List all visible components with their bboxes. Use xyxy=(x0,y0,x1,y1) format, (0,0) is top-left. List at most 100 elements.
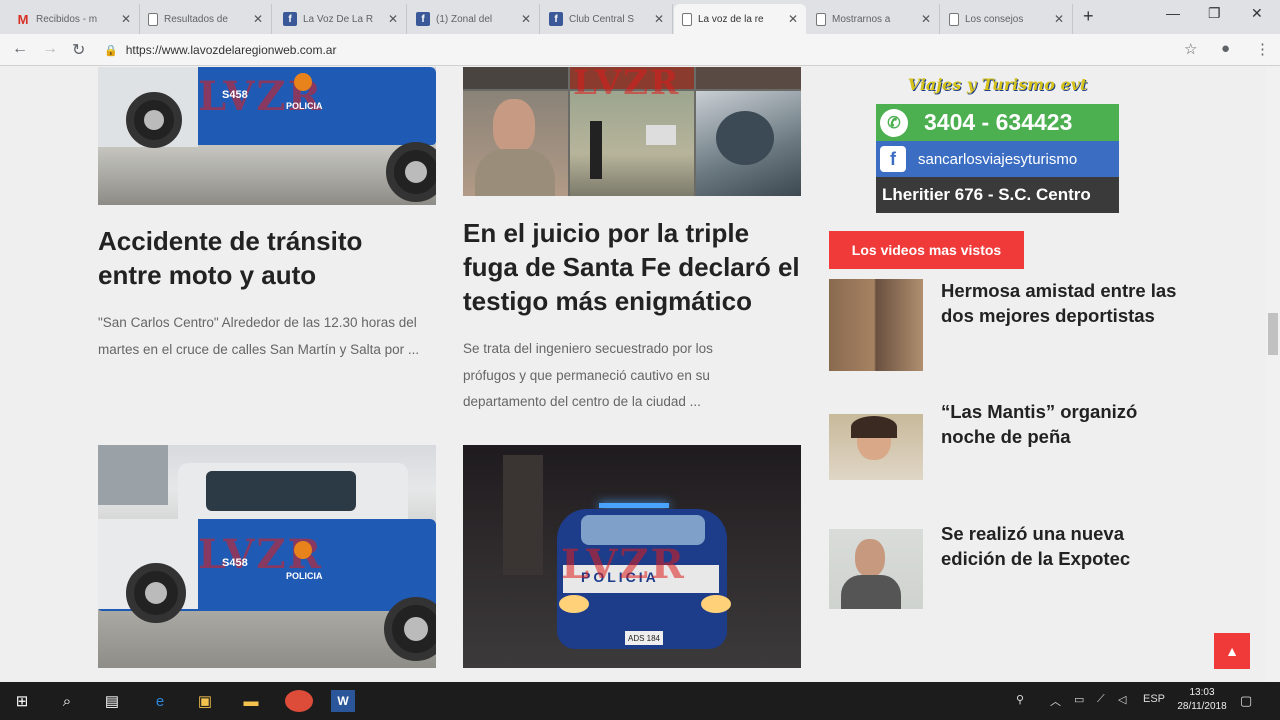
ad-facebook-row: f sancarlosviajesyturismo xyxy=(876,141,1119,177)
restore-button[interactable]: ❐ xyxy=(1208,5,1221,22)
headlight xyxy=(559,595,589,613)
article-title[interactable]: Accidente de tránsito entre moto y auto xyxy=(98,224,428,292)
tab-mostrarnos[interactable]: Mostrarnos a ✕ xyxy=(808,4,940,34)
ad-title: Viajes y Turismo evt xyxy=(907,75,1088,94)
article-image-truck[interactable]: LVZR S458 POLICIA xyxy=(98,445,436,668)
edge-icon[interactable]: e xyxy=(148,690,172,712)
facebook-icon: f xyxy=(283,12,297,26)
tab-resultados[interactable]: Resultados de ✕ xyxy=(140,4,272,34)
battery-icon[interactable]: ▭ xyxy=(1074,693,1084,706)
store-icon[interactable]: ▣ xyxy=(193,690,217,712)
street-photo xyxy=(570,91,694,196)
close-icon[interactable]: ✕ xyxy=(521,12,531,26)
close-icon[interactable]: ✕ xyxy=(388,12,398,26)
menu-icon[interactable]: ⋮ xyxy=(1255,40,1270,58)
bookmark-star-icon[interactable]: ☆ xyxy=(1184,40,1197,58)
face-shape xyxy=(493,99,535,153)
shoulders-shape xyxy=(841,575,901,609)
close-icon[interactable]: ✕ xyxy=(921,12,931,26)
face-shape xyxy=(855,539,885,577)
new-tab-button[interactable]: + xyxy=(1083,6,1094,27)
article-title[interactable]: En el juicio por la triple fuga de Santa… xyxy=(463,216,803,318)
person-shape xyxy=(590,121,602,179)
article-image-collage[interactable]: LVZR xyxy=(463,67,801,196)
tab-consejos[interactable]: Los consejos ✕ xyxy=(941,4,1073,34)
wheel xyxy=(384,597,436,661)
police-shield-icon xyxy=(294,73,312,91)
volume-icon[interactable]: ◁ xyxy=(1118,693,1126,706)
page-icon xyxy=(682,12,692,26)
close-icon[interactable]: ✕ xyxy=(253,12,263,26)
file-explorer-icon[interactable]: ▬ xyxy=(239,690,263,712)
whatsapp-icon: ✆ xyxy=(880,108,908,137)
helmet-shape xyxy=(716,111,774,165)
truck-label: POLICIA xyxy=(286,571,323,581)
lock-icon: 🔒 xyxy=(104,44,118,57)
hair-shape xyxy=(851,416,897,438)
section-title: Los videos mas vistos xyxy=(829,231,1024,269)
gmail-icon: M xyxy=(17,11,29,27)
tab-la-voz-active[interactable]: La voz de la re ✕ xyxy=(674,4,806,34)
close-icon[interactable]: ✕ xyxy=(121,12,131,26)
reload-button[interactable]: ↻ xyxy=(72,40,85,60)
tray-chevron-icon[interactable]: ︿ xyxy=(1050,693,1061,709)
article-image-night-car[interactable]: POLICIA ADS 184 LVZR xyxy=(463,445,801,668)
profile-icon[interactable]: ● xyxy=(1221,40,1230,57)
close-icon[interactable]: ✕ xyxy=(1054,12,1064,26)
close-icon[interactable]: ✕ xyxy=(654,12,664,26)
page-content: LVZR S458 POLICIA LVZR Accidente de trán… xyxy=(0,67,1280,682)
wheel xyxy=(126,563,186,623)
system-clock[interactable]: 13:03 28/11/2018 xyxy=(1176,686,1228,714)
page-icon xyxy=(949,12,959,26)
word-icon[interactable]: W xyxy=(331,690,355,712)
light-bar xyxy=(599,503,669,508)
ad-facebook: sancarlosviajesyturismo xyxy=(918,150,1078,168)
watermark: LVZR xyxy=(561,541,686,588)
notifications-icon[interactable]: ▢ xyxy=(1240,693,1252,709)
ad-phone-row: ✆ 3404 - 634423 xyxy=(876,104,1119,141)
watermark: LVZR xyxy=(573,67,681,103)
wheel xyxy=(126,92,182,148)
headlight xyxy=(701,595,731,613)
scrollbar[interactable] xyxy=(1266,67,1280,682)
video-thumbnail[interactable] xyxy=(829,529,923,609)
collage-top-right xyxy=(696,67,801,89)
search-icon[interactable]: ⌕ xyxy=(55,690,79,712)
people-icon[interactable]: ⚲ xyxy=(1016,693,1024,706)
close-window-button[interactable]: ✕ xyxy=(1251,5,1263,22)
page-icon xyxy=(148,12,158,26)
forward-button[interactable]: → xyxy=(42,40,58,58)
police-shield-icon xyxy=(294,541,312,559)
windows-start-icon[interactable]: ⊞ xyxy=(10,690,34,712)
tab-la-voz-facebook[interactable]: f La Voz De La R ✕ xyxy=(275,4,407,34)
tab-club-central[interactable]: f Club Central S ✕ xyxy=(541,4,673,34)
truck-windows xyxy=(206,471,356,511)
sponsor-ad[interactable]: Viajes y Turismo evt ✆ 3404 - 634423 f san… xyxy=(876,67,1119,214)
task-view-icon[interactable]: ▤ xyxy=(100,690,124,712)
minimize-button[interactable]: — xyxy=(1166,5,1180,21)
collage-top-left xyxy=(463,67,568,89)
url-text: https://www.lavozdelaregionweb.com.ar xyxy=(125,43,337,57)
clock-time: 13:03 xyxy=(1189,687,1215,698)
video-thumbnail[interactable] xyxy=(829,279,923,371)
wheel xyxy=(386,142,436,202)
video-title[interactable]: Hermosa amistad entre las dos mejores de… xyxy=(941,279,1181,328)
address-bar[interactable]: 🔒 https://www.lavozdelaregionweb.com.ar xyxy=(104,38,1204,62)
scrollbar-thumb[interactable] xyxy=(1268,313,1278,355)
video-title[interactable]: “Las Mantis” organizó noche de peña xyxy=(941,400,1181,449)
back-button[interactable]: ← xyxy=(12,40,28,58)
language-indicator[interactable]: ESP xyxy=(1143,693,1165,705)
tab-gmail[interactable]: M Recibidos - m ✕ xyxy=(8,4,140,34)
truck-label: POLICIA xyxy=(286,101,323,111)
close-icon[interactable]: ✕ xyxy=(788,12,798,26)
video-title[interactable]: Se realizó una nueva edición de la Expot… xyxy=(941,522,1181,571)
scroll-to-top-button[interactable]: ▲ xyxy=(1214,633,1250,669)
network-icon[interactable]: ⟋ xyxy=(1097,693,1105,706)
article-excerpt: Se trata del ingeniero secuestrado por l… xyxy=(463,341,713,409)
video-thumbnail[interactable] xyxy=(829,414,923,480)
truck-plate: S458 xyxy=(222,89,248,101)
chrome-icon[interactable] xyxy=(285,690,313,712)
facebook-icon: f xyxy=(549,12,563,26)
article-image-truck[interactable]: LVZR S458 POLICIA xyxy=(98,67,436,205)
tab-zonal[interactable]: f (1) Zonal del ✕ xyxy=(408,4,540,34)
